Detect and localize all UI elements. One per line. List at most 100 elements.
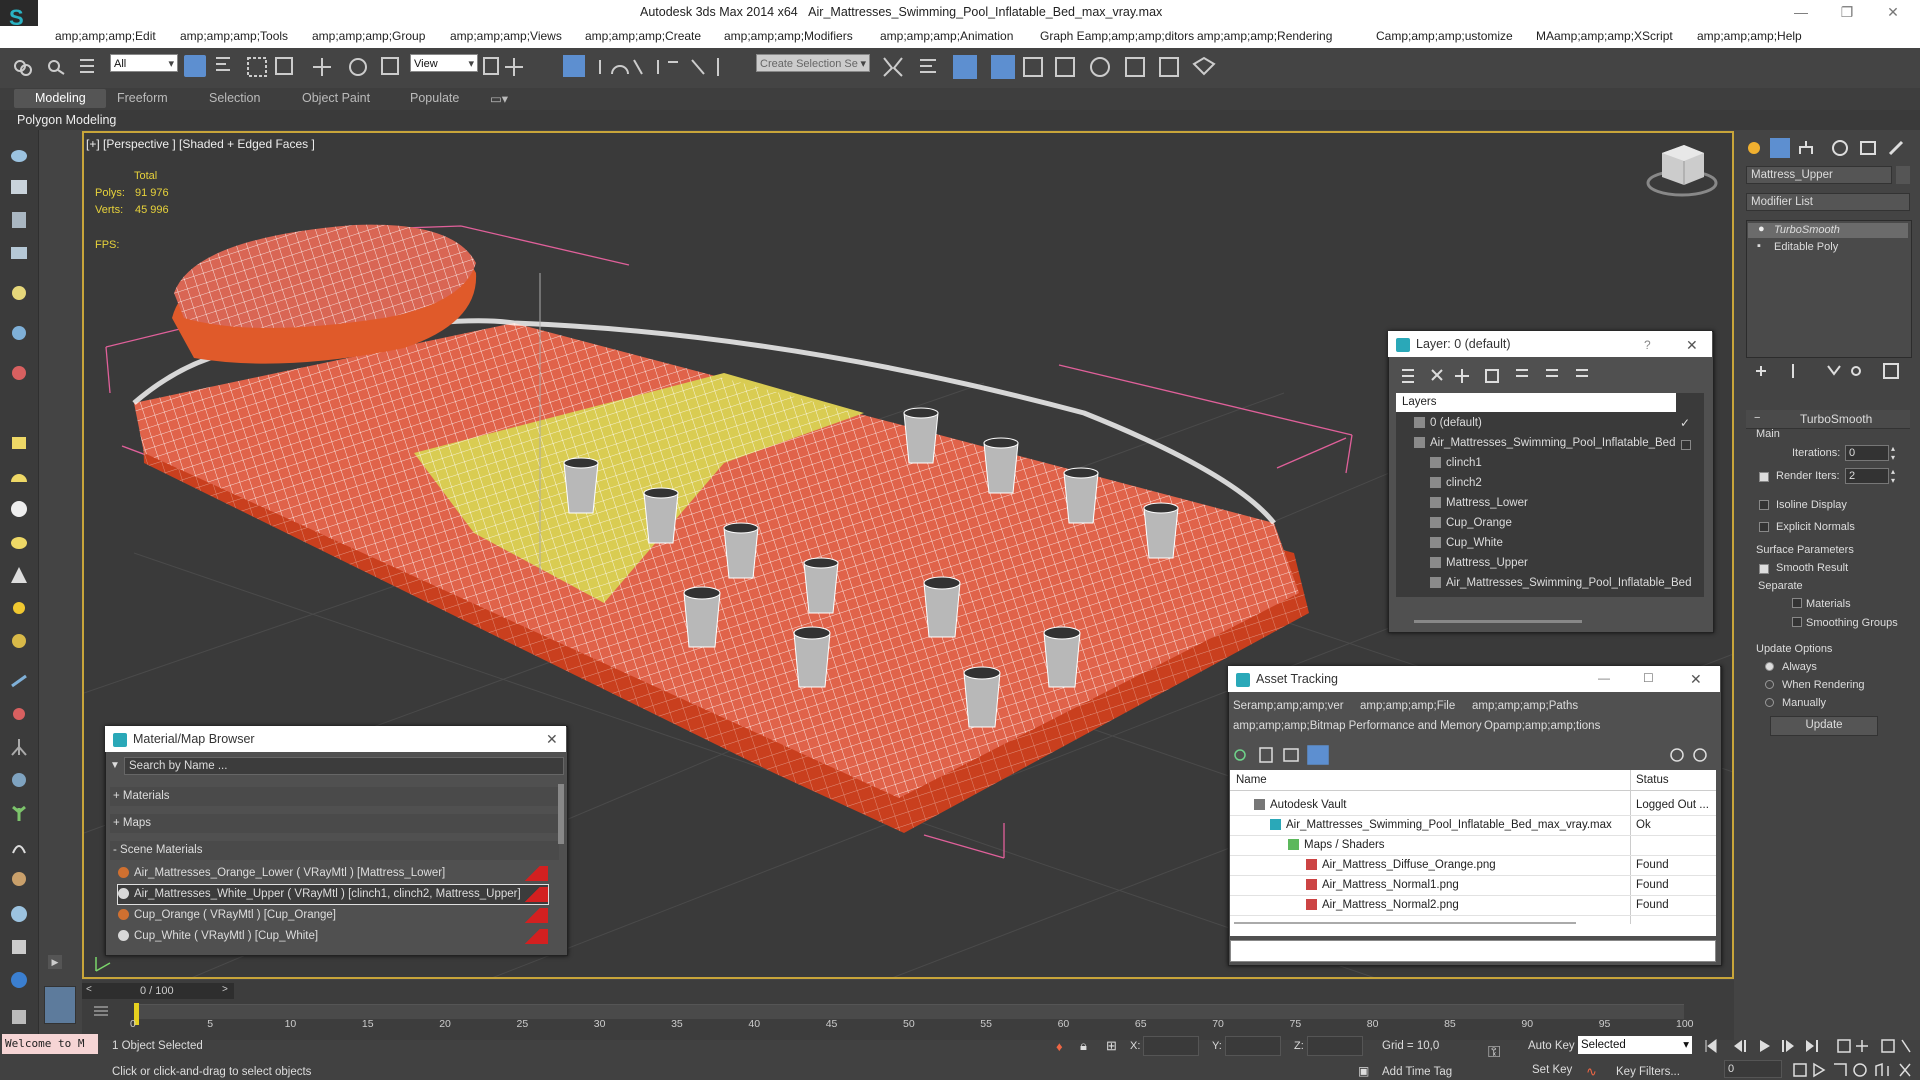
light-icon[interactable] — [8, 282, 30, 304]
manually-radio[interactable] — [1765, 698, 1774, 707]
layer-item[interactable]: Mattress_Lower — [1430, 494, 1528, 513]
menu-animation[interactable]: amp;amp;amp;Animation — [880, 29, 1013, 43]
layer-hscroll[interactable] — [1414, 620, 1582, 623]
stack-tools-icons[interactable] — [1748, 360, 1912, 382]
menu-tools[interactable]: amp;amp;amp;Tools — [180, 29, 288, 43]
editor-icon[interactable] — [8, 209, 30, 231]
modify-tab-icon[interactable] — [1770, 138, 1790, 158]
asset-row[interactable]: Air_Mattress_Normal1.png — [1306, 876, 1459, 895]
object-color-swatch[interactable] — [1896, 166, 1910, 184]
always-radio[interactable] — [1765, 662, 1774, 671]
asset-maximize-button[interactable]: ☐ — [1643, 671, 1654, 685]
close-window-button[interactable]: ✕ — [1878, 4, 1908, 21]
box-icon[interactable] — [8, 432, 30, 454]
group-scene-materials[interactable]: - Scene Materials — [110, 841, 559, 860]
dome-icon[interactable] — [8, 465, 30, 487]
tab-freeform[interactable]: Freeform — [117, 91, 168, 105]
teapot-icon[interactable] — [8, 143, 30, 165]
menu-rendering[interactable]: amp;amp;amp;Rendering — [1197, 29, 1332, 43]
layer-item[interactable]: Air_Mattresses_Swimming_Pool_Inflatable_… — [1430, 574, 1691, 593]
stack-item-editable-poly[interactable]: Editable Poly — [1774, 241, 1838, 253]
layer-item[interactable]: Cup_White — [1430, 534, 1503, 553]
asset-view-icons[interactable] — [1232, 744, 1330, 766]
menu-create[interactable]: amp;amp;amp;Create — [585, 29, 701, 43]
gear-icon[interactable] — [8, 769, 30, 791]
camera-icon[interactable] — [8, 362, 30, 384]
ref-coord-dropdown[interactable]: View — [410, 54, 478, 73]
mirror-align-icons[interactable] — [880, 54, 1220, 80]
asset-menu-options[interactable]: Opamp;amp;amp;tions — [1484, 717, 1600, 736]
layers-icon[interactable] — [8, 242, 30, 264]
asset-menu-file[interactable]: amp;amp;amp;File — [1360, 697, 1455, 716]
menu-help[interactable]: amp;amp;amp;Help — [1697, 29, 1802, 43]
render-iters-arrows-icon[interactable]: ▴ ▾ — [1891, 467, 1895, 485]
expand-plus-icon[interactable]: ▪ — [1757, 240, 1761, 252]
layer-item[interactable]: clinch2 — [1430, 474, 1482, 493]
layer-close-button[interactable]: ✕ — [1686, 337, 1698, 354]
create-tab-icon[interactable] — [1744, 138, 1764, 158]
update-button[interactable]: Update — [1770, 716, 1878, 736]
time-tag-icon[interactable]: ▣ — [1358, 1064, 1369, 1078]
rollout-collapse-icon[interactable]: − — [1754, 412, 1760, 424]
time-slider-next-icon[interactable]: > — [222, 984, 228, 995]
asset-col-name[interactable]: Name — [1236, 774, 1267, 786]
viewport-label[interactable]: [+] [Perspective ] [Shaded + Edged Faces… — [86, 137, 315, 151]
torus-icon[interactable] — [8, 630, 30, 652]
material-search-input[interactable]: Search by Name ... — [124, 757, 564, 775]
asset-col-status[interactable]: Status — [1636, 774, 1669, 786]
maximize-button[interactable]: ❐ — [1832, 4, 1862, 21]
bulb-icon[interactable]: ● — [1758, 223, 1765, 235]
layer-item[interactable]: Cup_Orange — [1430, 514, 1512, 533]
asset-row[interactable]: Air_Mattress_Diffuse_Orange.png — [1306, 856, 1496, 875]
playback-controls-icons[interactable] — [1702, 1036, 1916, 1056]
explicit-normals-checkbox[interactable] — [1759, 522, 1769, 532]
material-item[interactable]: Air_Mattresses_Orange_Lower ( VRayMtl ) … — [118, 864, 548, 883]
menu-edit[interactable]: amp;amp;amp;Edit — [55, 29, 156, 43]
group-materials[interactable]: + Materials — [110, 787, 559, 806]
rig-icon[interactable] — [8, 736, 30, 758]
layer-item[interactable]: Mattress_Upper — [1430, 554, 1528, 573]
current-frame-field[interactable]: 0 — [1724, 1060, 1782, 1078]
selection-set-field[interactable]: Create Selection Se — [756, 54, 870, 73]
select-object-icon[interactable] — [184, 55, 206, 77]
layer-window-titlebar[interactable]: Layer: 0 (default) — [1388, 331, 1712, 357]
asset-row[interactable]: Autodesk Vault — [1254, 796, 1347, 815]
asset-path-field[interactable] — [1230, 940, 1716, 962]
stack-item-turbosmooth[interactable]: TurboSmooth — [1774, 224, 1840, 236]
y-coord-field[interactable] — [1225, 1036, 1281, 1056]
track-bar[interactable] — [136, 1004, 1684, 1019]
polygon-modeling-label[interactable]: Polygon Modeling — [17, 113, 116, 127]
smooth-result-checkbox[interactable] — [1759, 564, 1769, 574]
group-maps[interactable]: + Maps — [110, 814, 559, 833]
viewport-nav-icons[interactable] — [1790, 1060, 1916, 1080]
track-bar-icon[interactable] — [92, 1004, 110, 1018]
menu-maxscript[interactable]: MAamp;amp;amp;XScript — [1536, 29, 1673, 43]
dynamics-icon[interactable] — [8, 703, 30, 725]
asset-hscroll[interactable] — [1234, 922, 1576, 924]
layer-item[interactable]: clinch1 — [1430, 454, 1482, 473]
particles-icon[interactable] — [8, 670, 30, 692]
z-coord-field[interactable] — [1307, 1036, 1363, 1056]
menu-group[interactable]: amp;amp;amp;Group — [312, 29, 425, 43]
lock-icon[interactable]: 🔒︎ — [1080, 1038, 1087, 1054]
minimize-button[interactable]: — — [1786, 4, 1816, 20]
iterations-arrows-icon[interactable]: ▴ ▾ — [1891, 444, 1895, 462]
asset-row[interactable]: Air_Mattress_Normal2.png — [1306, 896, 1459, 915]
teapot-prim-icon[interactable] — [8, 531, 30, 553]
display-tab-icon[interactable] — [1858, 138, 1878, 158]
plant-icon[interactable] — [8, 802, 30, 824]
menu-modifiers[interactable]: amp;amp;amp;Modifiers — [724, 29, 853, 43]
menu-views[interactable]: amp;amp;amp;Views — [450, 29, 562, 43]
material-item[interactable]: Air_Mattresses_White_Upper ( VRayMtl ) [… — [117, 884, 549, 905]
mini-listener-icon[interactable] — [44, 986, 76, 1024]
rollout-title[interactable]: TurboSmooth — [1800, 412, 1872, 426]
floppy-icon[interactable] — [8, 1006, 30, 1028]
layer-tools-icons[interactable] — [1398, 364, 1598, 388]
asset-menu-bitmap[interactable]: amp;amp;amp;Bitmap Performance and Memor… — [1233, 717, 1482, 736]
when-rendering-radio[interactable] — [1765, 680, 1774, 689]
expand-arrow-icon[interactable]: ▶ — [48, 955, 62, 969]
curve-icon[interactable]: ∿ — [1586, 1064, 1597, 1080]
view-cube-icon[interactable] — [1646, 145, 1718, 197]
material-item[interactable]: Cup_White ( VRayMtl ) [Cup_White] — [118, 927, 548, 946]
pin-icon[interactable]: ♦ — [1056, 1039, 1063, 1054]
